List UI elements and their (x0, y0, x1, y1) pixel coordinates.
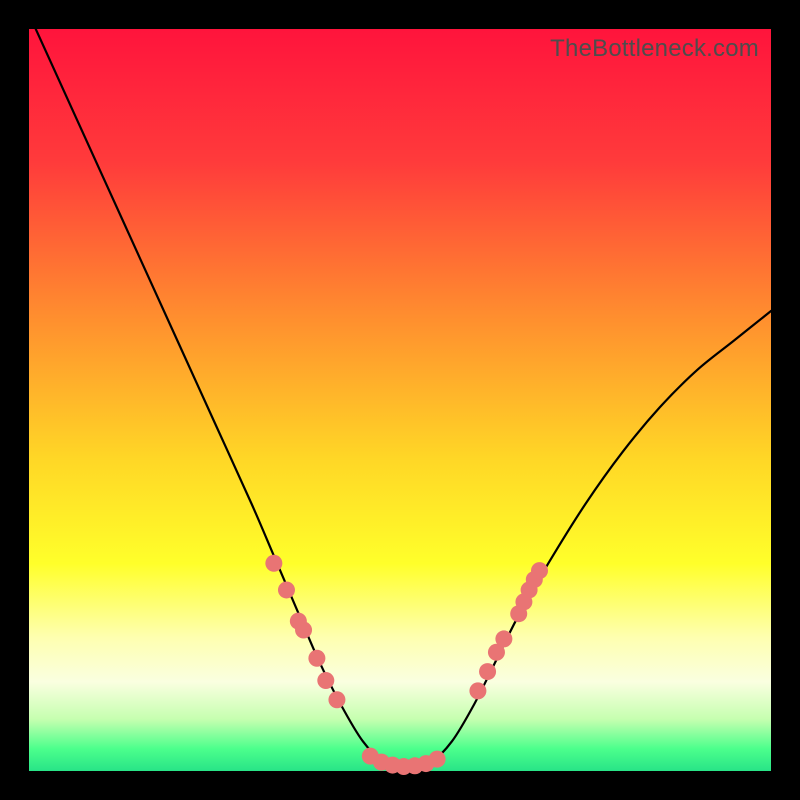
curve-marker (265, 555, 282, 572)
plot-area: TheBottleneck.com (29, 29, 771, 771)
bottleneck-curve (29, 14, 771, 771)
curve-marker (295, 622, 312, 639)
curve-marker (469, 682, 486, 699)
curve-marker (531, 562, 548, 579)
curve-marker (479, 663, 496, 680)
curve-marker (308, 650, 325, 667)
curve-markers (265, 555, 548, 775)
curve-marker (317, 672, 334, 689)
curve-marker (278, 581, 295, 598)
curve-layer (29, 29, 771, 771)
chart-container: TheBottleneck.com (0, 0, 800, 800)
curve-marker (429, 751, 446, 768)
curve-marker (328, 691, 345, 708)
curve-marker (495, 630, 512, 647)
